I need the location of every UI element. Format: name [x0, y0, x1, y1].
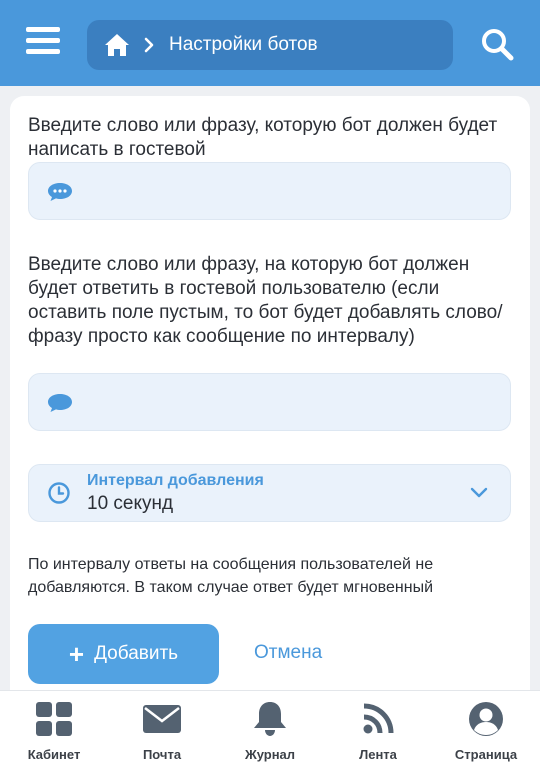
- user-icon: [469, 702, 503, 736]
- nav-label: Кабинет: [27, 747, 81, 762]
- plus-icon: +: [68, 639, 85, 669]
- bottom-nav: Кабинет Почта Журнал Лента Страница: [0, 690, 540, 775]
- grid-icon: [36, 702, 72, 736]
- chevron-down-icon: [470, 487, 488, 498]
- breadcrumb: Настройки ботов: [87, 20, 453, 70]
- app-header: Настройки ботов: [0, 0, 540, 86]
- clock-icon: [48, 482, 70, 504]
- page-title: Настройки ботов: [169, 34, 318, 55]
- interval-note: По интервалу ответы на сообщения пользов…: [28, 556, 434, 596]
- trigger-label: Введите слово или фразу, на которую бот …: [28, 254, 503, 347]
- chat-bubble-icon: [48, 183, 72, 201]
- trigger-input[interactable]: [87, 374, 497, 430]
- rss-icon: [363, 703, 394, 734]
- interval-select[interactable]: Интервал добавления 10 секунд: [28, 464, 511, 522]
- nav-item-page[interactable]: Страница: [432, 691, 540, 775]
- search-icon[interactable]: [480, 27, 514, 61]
- nav-label: Лента: [359, 747, 397, 762]
- phrase-label: Введите слово или фразу, которую бот дол…: [28, 115, 498, 160]
- nav-item-feed[interactable]: Лента: [324, 691, 432, 775]
- nav-item-mail[interactable]: Почта: [108, 691, 216, 775]
- phrase-field[interactable]: [28, 162, 511, 220]
- add-button[interactable]: + Добавить: [28, 624, 219, 684]
- nav-label: Страница: [454, 747, 518, 762]
- home-icon[interactable]: [103, 32, 131, 58]
- nav-item-journal[interactable]: Журнал: [216, 691, 324, 775]
- chat-bubble-icon: [48, 394, 72, 412]
- cancel-link[interactable]: Отмена: [254, 642, 322, 664]
- add-button-label: Добавить: [94, 643, 179, 664]
- nav-item-cabinet[interactable]: Кабинет: [0, 691, 108, 775]
- interval-value: 10 секунд: [87, 493, 174, 514]
- nav-label: Журнал: [244, 747, 296, 762]
- trigger-field[interactable]: [28, 373, 511, 431]
- interval-label: Интервал добавления: [87, 472, 264, 489]
- phrase-input[interactable]: [87, 163, 497, 219]
- chevron-right-icon: [144, 37, 154, 53]
- nav-label: Почта: [142, 747, 182, 762]
- mail-icon: [143, 705, 181, 733]
- hamburger-menu-icon[interactable]: [26, 27, 60, 57]
- bell-icon: [254, 702, 286, 736]
